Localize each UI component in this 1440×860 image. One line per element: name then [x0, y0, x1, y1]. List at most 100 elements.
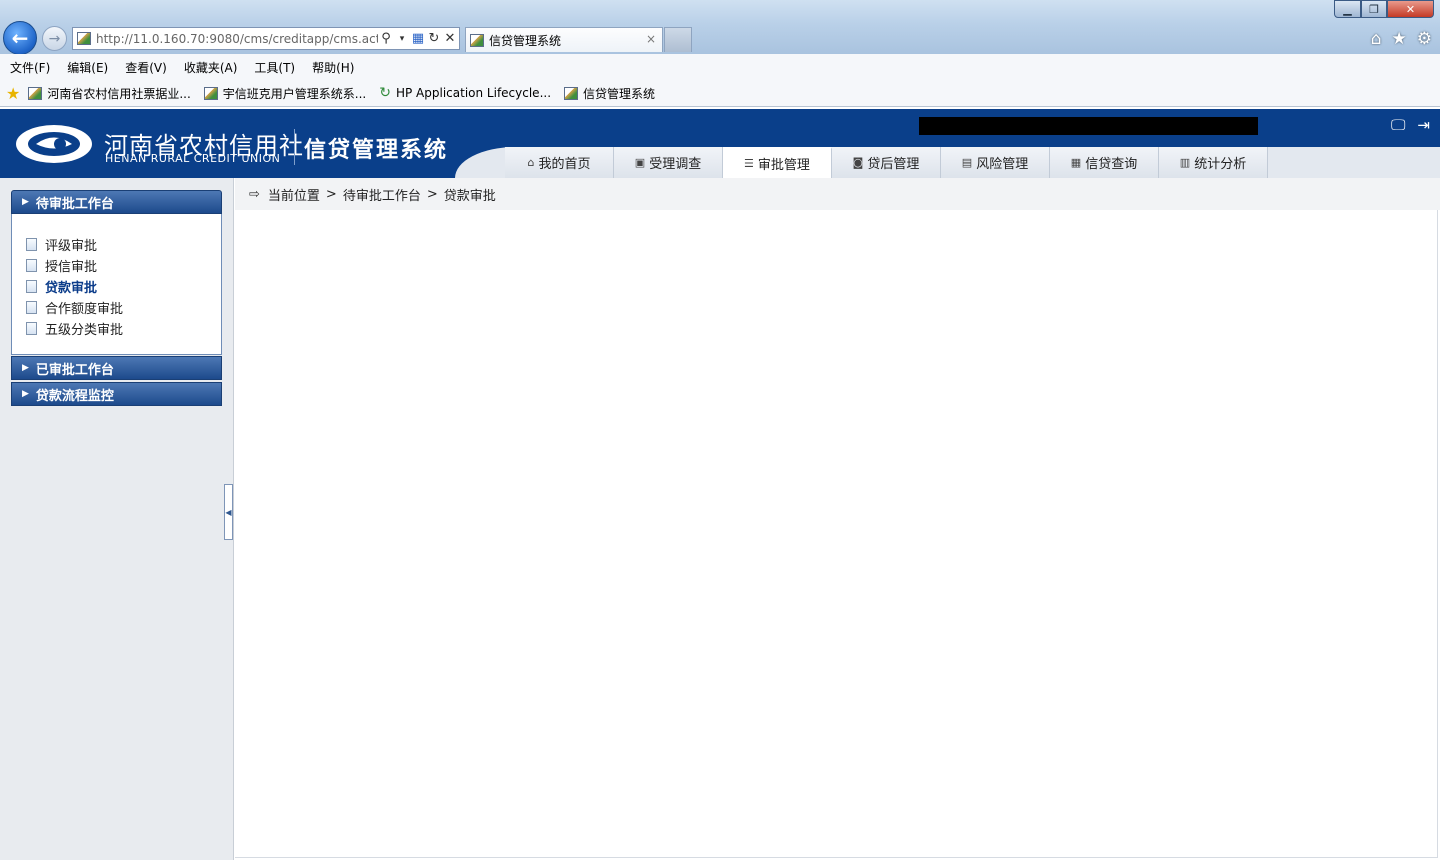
document-icon	[26, 238, 37, 251]
document-icon: ▤	[961, 156, 973, 169]
document-icon	[26, 280, 37, 293]
page-icon	[470, 33, 484, 47]
dropdown-icon[interactable]: ▾	[394, 34, 410, 44]
home-icon: ⌂	[527, 156, 535, 169]
close-window-button[interactable]: ✕	[1387, 0, 1434, 18]
breadcrumb-separator: >	[325, 186, 337, 202]
document-icon	[26, 301, 37, 314]
nav-tab-home[interactable]: ⌂ 我的首页	[505, 147, 614, 178]
menu-bar: 文件(F) 编辑(E) 查看(V) 收藏夹(A) 工具(T) 帮助(H)	[0, 54, 1440, 80]
minimize-button[interactable]: ▁	[1334, 0, 1361, 18]
sidebar-section-process-monitor[interactable]: ▶ 贷款流程监控	[11, 382, 222, 406]
content-area	[235, 210, 1438, 858]
menu-file[interactable]: 文件(F)	[10, 59, 50, 76]
sidebar-item-label: 授信审批	[45, 260, 98, 275]
home-icon[interactable]: ⌂	[1371, 29, 1382, 49]
nav-tab-risk[interactable]: ▤ 风险管理	[941, 147, 1050, 178]
credit-union-logo	[16, 125, 92, 163]
breadcrumb-item: 贷款审批	[443, 188, 496, 204]
tab-close-icon[interactable]: ×	[646, 32, 656, 46]
browser-titlebar: ← → http://11.0.160.70:9080/cms/creditap…	[0, 0, 1440, 55]
search-icon[interactable]: ⚲	[378, 31, 394, 46]
menu-favorites[interactable]: 收藏夹(A)	[184, 59, 238, 76]
sidebar-section-body: 评级审批 授信审批 贷款审批 合作额度审批 五级分类审批	[11, 214, 222, 355]
brand-name-en: HENAN RURAL CREDIT UNION	[105, 152, 281, 165]
sidebar-collapse-handle[interactable]: ◀	[224, 484, 233, 540]
nav-tab-label: 我的首页	[538, 157, 591, 172]
gear-icon[interactable]: ⚙	[1417, 29, 1432, 49]
breadcrumb-item[interactable]: 待审批工作台	[343, 185, 421, 204]
menu-view[interactable]: 查看(V)	[125, 59, 167, 76]
brand-divider	[294, 129, 295, 165]
nav-tab-label: 贷后管理	[867, 157, 920, 172]
database-icon: ◙	[852, 156, 864, 169]
sidebar-section-pending[interactable]: ▶ 待审批工作台	[11, 190, 222, 214]
nav-tab-approval[interactable]: ☰ 审批管理	[723, 147, 832, 178]
back-button[interactable]: ←	[3, 21, 37, 55]
refresh-icon[interactable]: ↻	[426, 31, 442, 46]
document-icon	[26, 259, 37, 272]
favorite-link[interactable]: 信贷管理系统	[564, 85, 655, 102]
section-title: 贷款流程监控	[35, 388, 114, 404]
page-icon	[28, 86, 43, 100]
menu-tools[interactable]: 工具(T)	[254, 59, 295, 76]
browser-toolbar-icons: ⌂ ★ ⚙	[1371, 29, 1432, 49]
favorites-bar: ★ 河南省农村信用社票据业... 宇信班克用户管理系统系... ↻ HP App…	[0, 80, 1440, 107]
collapse-arrow-icon: ◀	[225, 507, 232, 517]
header-icons: 🖵 ⇥	[1391, 116, 1430, 134]
nav-tab-query[interactable]: ▦ 信贷查询	[1050, 147, 1159, 178]
nav-tab-post-loan[interactable]: ◙ 贷后管理	[832, 147, 941, 178]
nav-tab-acceptance[interactable]: ▣ 受理调查	[614, 147, 723, 178]
menu-edit[interactable]: 编辑(E)	[67, 59, 108, 76]
sidebar-section-approved[interactable]: ▶ 已审批工作台	[11, 356, 222, 380]
menu-help[interactable]: 帮助(H)	[312, 59, 354, 76]
refresh-icon: ↻	[379, 85, 391, 101]
window-controls: ▁ ❐ ✕	[1334, 0, 1434, 18]
page-icon	[77, 32, 91, 45]
document-icon	[26, 322, 37, 335]
favorite-label: HP Application Lifecycle...	[395, 86, 552, 100]
main-nav: ⌂ 我的首页 ▣ 受理调查 ☰ 审批管理 ◙ 贷后管理 ▤ 风险管理 ▦ 信贷查…	[505, 147, 1268, 178]
caret-right-icon: ▶	[22, 197, 29, 207]
favorite-link[interactable]: ↻ HP Application Lifecycle...	[379, 85, 551, 101]
survey-icon: ▣	[634, 156, 646, 169]
forward-arrow-icon: →	[48, 30, 61, 47]
address-url[interactable]: http://11.0.160.70:9080/cms/creditapp/cm…	[96, 32, 378, 46]
address-bar[interactable]: http://11.0.160.70:9080/cms/creditapp/cm…	[72, 27, 460, 50]
sidebar-item-cooperation-quota[interactable]: 合作额度审批	[12, 297, 221, 318]
caret-right-icon: ▶	[22, 389, 29, 399]
list-icon: ☰	[744, 157, 754, 170]
logout-icon[interactable]: ⇥	[1417, 116, 1430, 134]
location-icon: ⇨	[249, 186, 260, 202]
sidebar-item-credit-approval[interactable]: 授信审批	[12, 255, 221, 276]
favorite-link[interactable]: 河南省农村信用社票据业...	[28, 85, 191, 102]
redacted-area	[919, 117, 1258, 135]
browser-tab-active[interactable]: 信贷管理系统 ×	[465, 27, 663, 52]
chart-icon: ▥	[1179, 156, 1191, 169]
monitor-icon[interactable]: 🖵	[1391, 116, 1405, 134]
favorites-star-icon[interactable]: ★	[1392, 29, 1407, 49]
nav-tab-label: 受理调查	[649, 157, 702, 172]
sidebar-item-label: 评级审批	[45, 239, 98, 254]
sidebar-item-loan-approval[interactable]: 贷款审批	[12, 276, 221, 297]
favorite-link[interactable]: 宇信班克用户管理系统系...	[203, 85, 366, 102]
tab-title: 信贷管理系统	[489, 33, 562, 48]
sidebar-item-rating-approval[interactable]: 评级审批	[12, 234, 221, 255]
system-title: 信贷管理系统	[304, 138, 449, 163]
sidebar-item-label: 贷款审批	[45, 281, 98, 296]
nav-tab-label: 审批管理	[757, 158, 810, 173]
nav-tab-label: 信贷查询	[1085, 157, 1138, 172]
section-title: 待审批工作台	[35, 196, 114, 212]
forward-button[interactable]: →	[42, 26, 67, 51]
section-title: 已审批工作台	[35, 362, 114, 378]
compat-view-icon[interactable]: ▦	[410, 31, 426, 46]
sidebar-item-five-level[interactable]: 五级分类审批	[12, 318, 221, 339]
maximize-button[interactable]: ❐	[1361, 0, 1387, 18]
favorite-label: 河南省农村信用社票据业...	[47, 86, 191, 101]
new-tab-button[interactable]	[664, 27, 692, 52]
favorites-star-icon[interactable]: ★	[6, 84, 20, 103]
nav-tab-statistics[interactable]: ▥ 统计分析	[1159, 147, 1268, 178]
favorite-label: 信贷管理系统	[583, 86, 656, 101]
page-icon	[203, 86, 218, 100]
stop-icon[interactable]: ✕	[442, 31, 458, 46]
